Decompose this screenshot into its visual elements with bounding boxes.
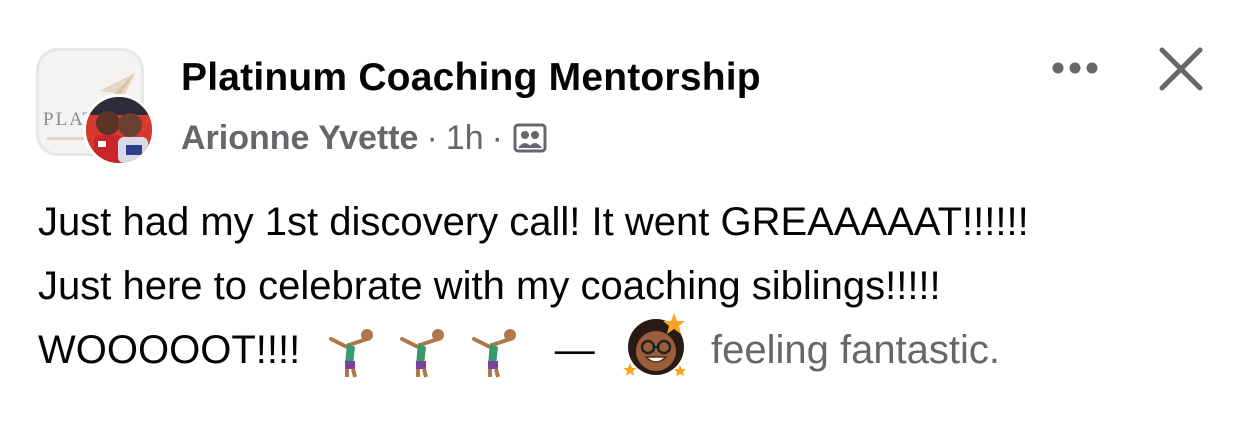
post-body: Just had my 1st discovery call! It went …: [38, 190, 1218, 382]
post-text-line-3: WOOOOOT!!!! — feeling fantastic.: [38, 313, 1218, 382]
user-avatar[interactable]: [83, 94, 155, 166]
post-meta: Arionne Yvette · 1h ·: [181, 116, 547, 160]
user-photo: [86, 97, 152, 163]
meta-separator: ·: [491, 118, 503, 157]
more-options-button[interactable]: [1040, 46, 1110, 90]
feeling-fantastic-icon: [622, 313, 686, 377]
group-thumb-line: [47, 137, 87, 140]
close-button[interactable]: [1148, 36, 1214, 102]
post-text-line: Just had my 1st discovery call! It went …: [38, 200, 1029, 244]
person-doing-cartwheel-icon: [329, 329, 374, 378]
close-icon: [1159, 47, 1203, 91]
post-timestamp[interactable]: 1h: [446, 119, 484, 158]
group-name-link[interactable]: Platinum Coaching Mentorship: [181, 56, 761, 100]
meta-separator: ·: [426, 118, 438, 157]
person-doing-cartwheel-icon: [400, 329, 445, 378]
post-card: PLAT Platinum Coaching Mentorship Arionn…: [0, 0, 1242, 426]
more-horizontal-icon: [1052, 62, 1098, 74]
author-name-link[interactable]: Arionne Yvette: [181, 119, 418, 158]
feeling-text[interactable]: feeling fantastic.: [711, 328, 1000, 372]
feeling-dash: —: [554, 328, 595, 372]
post-text-exclaim: WOOOOOT!!!!: [38, 328, 301, 372]
person-doing-cartwheel-icon: [471, 329, 516, 378]
group-audience-icon[interactable]: [513, 122, 547, 154]
